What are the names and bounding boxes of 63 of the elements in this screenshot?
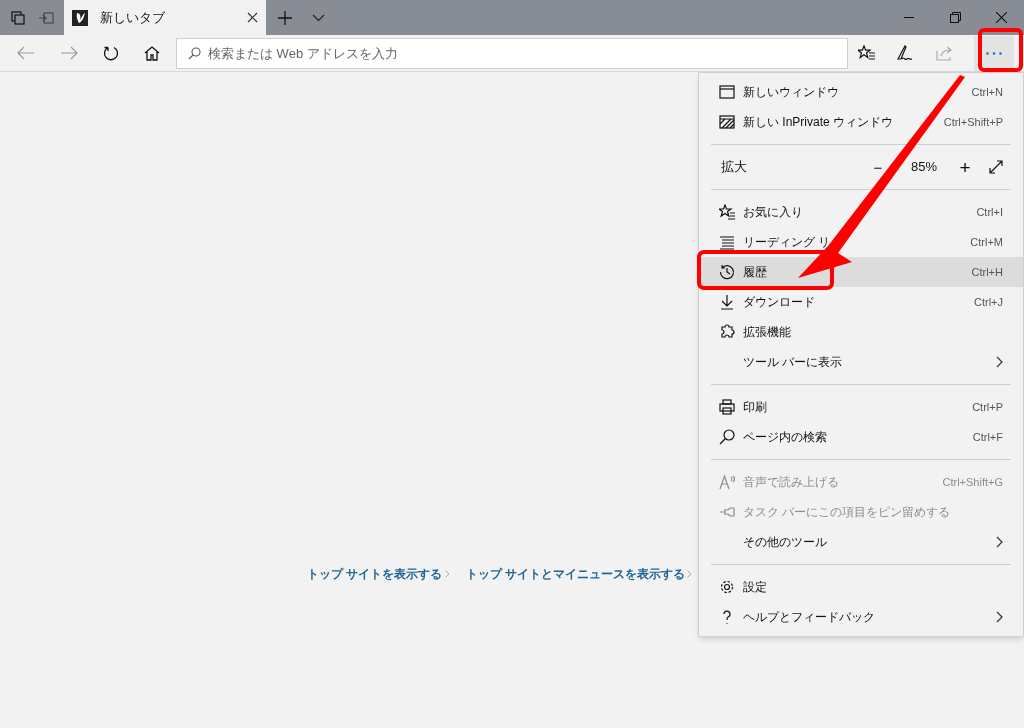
- private-window-icon: [719, 114, 735, 130]
- link[interactable]: トップ サイトとマイニュースを表示する: [465, 565, 685, 583]
- menu-item[interactable]: 新しい InPrivate ウィンドウ Ctrl+Shift+P: [699, 107, 1023, 137]
- gear-icon: [719, 579, 735, 595]
- zoom-label: 拡大: [721, 158, 748, 177]
- chevron-right-icon: [686, 570, 692, 578]
- shortcut-text: Ctrl+Shift+P: [943, 114, 1003, 130]
- browser-tab[interactable]: 新しいタブ: [64, 0, 266, 35]
- refresh-icon[interactable]: [102, 45, 119, 61]
- menu-item[interactable]: ヘルプとフィードバック: [699, 602, 1023, 632]
- zoom-out-button[interactable]: −: [873, 159, 883, 175]
- page-icon: [72, 9, 88, 26]
- tabs-icon[interactable]: [10, 10, 25, 25]
- chevron-down-icon[interactable]: [312, 13, 325, 22]
- shortcut-text: Ctrl+Shift+G: [942, 474, 1003, 490]
- menu-item[interactable]: お気に入り Ctrl+I: [699, 197, 1023, 227]
- menu-item[interactable]: ツール バーに表示: [699, 347, 1023, 377]
- shortcut-text: Ctrl+J: [973, 294, 1003, 310]
- zoom-level: 85%: [910, 158, 938, 177]
- read-aloud-icon: [719, 474, 735, 490]
- menu-item[interactable]: ページ内の検索 Ctrl+F: [699, 422, 1023, 452]
- shortcut-text: Ctrl+H: [971, 264, 1003, 280]
- history-icon: [719, 264, 735, 280]
- home-icon[interactable]: [143, 45, 160, 61]
- shortcut-text: Ctrl+F: [972, 429, 1003, 445]
- search-icon: [719, 429, 735, 445]
- download-icon: [719, 294, 735, 310]
- annotation-box: [978, 28, 1023, 72]
- tab-title: 新しいタブ: [100, 8, 166, 27]
- shortcut-text: Ctrl+M: [970, 234, 1003, 250]
- menu-item[interactable]: その他のツール: [699, 527, 1023, 557]
- reading-list-icon: [719, 234, 735, 250]
- shortcut-text: Ctrl+P: [972, 399, 1003, 415]
- pin-icon: [719, 504, 735, 520]
- forward-icon[interactable]: [59, 46, 78, 60]
- zoom-in-button[interactable]: +: [955, 157, 975, 177]
- menu-item[interactable]: リーディング リ Ctrl+M: [699, 227, 1023, 257]
- close-icon[interactable]: [995, 12, 1007, 23]
- restore-icon[interactable]: [949, 12, 961, 23]
- address-field[interactable]: 検索または Web アドレスを入力: [176, 37, 848, 69]
- search-icon: [188, 46, 201, 60]
- close-tab-icon[interactable]: [247, 12, 258, 23]
- puzzle-icon: [719, 324, 735, 340]
- new-tab-icon[interactable]: [278, 10, 292, 25]
- shortcut-text: Ctrl+N: [971, 84, 1003, 100]
- favorites-list-icon[interactable]: [858, 45, 876, 61]
- window-icon: [719, 84, 735, 100]
- back-icon[interactable]: [16, 46, 35, 60]
- printer-icon: [719, 399, 735, 415]
- minimize-icon[interactable]: [904, 16, 914, 19]
- chevron-right-icon: [444, 570, 450, 578]
- more-icon: [986, 51, 1002, 55]
- favorites-icon: [719, 204, 735, 220]
- set-aside-icon[interactable]: [37, 11, 54, 24]
- menu-item[interactable]: ダウンロード Ctrl+J: [699, 287, 1023, 317]
- shortcut-text: Ctrl+I: [976, 204, 1003, 220]
- menu-item[interactable]: 印刷 Ctrl+P: [699, 392, 1023, 422]
- menu-item[interactable]: 履歴 Ctrl+H: [699, 257, 1023, 287]
- link[interactable]: トップ サイトを表示する: [307, 565, 443, 583]
- menu-item[interactable]: 拡張機能: [699, 317, 1023, 347]
- fullscreen-icon[interactable]: [989, 160, 1003, 174]
- menu-item[interactable]: 設定: [699, 572, 1023, 602]
- menu-item[interactable]: 新しいウィンドウ Ctrl+N: [699, 77, 1023, 107]
